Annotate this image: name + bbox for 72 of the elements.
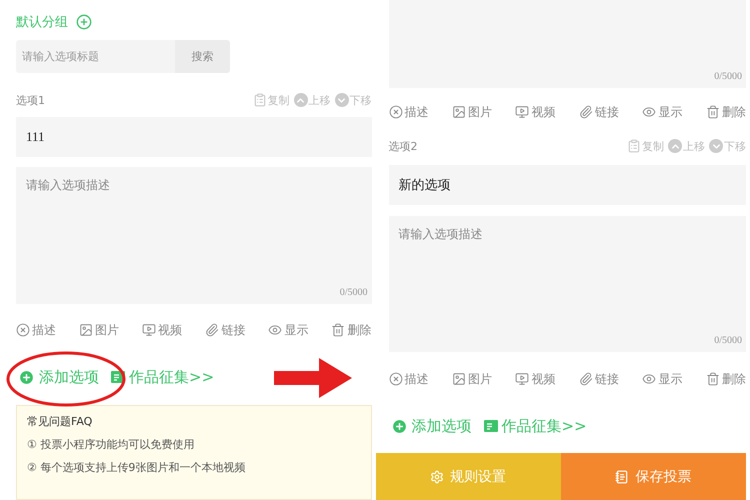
- collect-works-link[interactable]: 作品征集>>: [109, 368, 214, 386]
- circle-x-icon: [388, 105, 403, 119]
- down-action-button[interactable]: 下移: [334, 92, 372, 108]
- trash-icon: [706, 372, 720, 386]
- trash-icon: [331, 323, 346, 337]
- plus-icon: [390, 418, 408, 434]
- circle-x-icon: [388, 372, 403, 386]
- delete-tool-button[interactable]: 删除: [706, 370, 746, 388]
- option-label: 选项1: [16, 92, 45, 108]
- link-tool-button[interactable]: 链接: [578, 370, 619, 388]
- image-tool-button[interactable]: 图片: [452, 104, 492, 120]
- paperclip-icon: [205, 323, 220, 337]
- chevron-down-icon: [709, 139, 723, 153]
- character-counter: 0/5000: [340, 287, 368, 298]
- faq-item: ① 投票小程序功能均可以免费使用: [27, 437, 196, 452]
- link-tool-button[interactable]: 链接: [205, 322, 246, 338]
- video-icon: [142, 323, 156, 337]
- faq-title: 常见问题FAQ: [27, 414, 94, 429]
- video-tool-button[interactable]: 视频: [515, 370, 556, 388]
- video-icon: [515, 105, 530, 119]
- show-tool-button[interactable]: 显示: [642, 104, 682, 120]
- describe-tool-button[interactable]: 描述: [388, 370, 429, 388]
- up-action-button[interactable]: 上移: [294, 92, 331, 108]
- down-action-button[interactable]: 下移: [709, 138, 746, 154]
- eye-icon: [642, 372, 656, 386]
- eye-icon: [268, 323, 282, 337]
- image-tool-button[interactable]: 图片: [452, 370, 492, 388]
- add-group-icon[interactable]: [76, 14, 92, 30]
- describe-tool-button[interactable]: 描述: [16, 322, 56, 338]
- show-tool-button[interactable]: 显示: [642, 370, 682, 388]
- describe-tool-button[interactable]: 描述: [388, 104, 429, 120]
- faq-item: ② 每个选项支持上传9张图片和一个本地视频: [27, 460, 246, 475]
- chevron-down-icon: [334, 93, 349, 107]
- image-icon: [452, 105, 466, 119]
- delete-tool-button[interactable]: 删除: [331, 322, 372, 338]
- character-counter: 0/5000: [714, 71, 742, 82]
- option-title-field[interactable]: 新的选项: [388, 165, 746, 205]
- link-tool-button[interactable]: 链接: [578, 104, 619, 120]
- search-button[interactable]: 搜索: [175, 40, 230, 73]
- plus-icon: [18, 368, 35, 386]
- trash-icon: [706, 105, 720, 119]
- video-tool-button[interactable]: 视频: [142, 322, 182, 338]
- eye-icon: [642, 105, 656, 119]
- save-button[interactable]: 保存投票: [560, 453, 746, 500]
- video-tool-button[interactable]: 视频: [515, 104, 556, 120]
- search-field[interactable]: 请输入选项标题: [16, 40, 175, 73]
- delete-tool-button[interactable]: 删除: [706, 104, 746, 120]
- chevron-up-icon: [294, 93, 308, 107]
- document-icon: [484, 420, 498, 432]
- paperclip-icon: [578, 105, 593, 119]
- up-action-button[interactable]: 上移: [668, 138, 705, 154]
- character-counter: 0/5000: [714, 335, 742, 346]
- copy-action-button[interactable]: 复制: [627, 138, 664, 154]
- image-tool-button[interactable]: 图片: [79, 322, 120, 338]
- copy-action-button[interactable]: 复制: [252, 92, 290, 108]
- circle-x-icon: [16, 323, 30, 337]
- clipboard-icon: [627, 139, 641, 153]
- paperclip-icon: [578, 372, 593, 386]
- notebook-icon: [615, 470, 630, 484]
- show-tool-button[interactable]: 显示: [268, 322, 308, 338]
- group-title: 默认分组: [16, 14, 68, 31]
- add-option-link[interactable]: 添加选项: [388, 416, 472, 436]
- gear-icon: [430, 470, 444, 484]
- clipboard-icon: [252, 93, 267, 107]
- video-icon: [515, 372, 530, 386]
- image-icon: [452, 372, 466, 386]
- collect-works-link[interactable]: 作品征集>>: [482, 416, 587, 436]
- option-title-field[interactable]: 111: [16, 117, 372, 157]
- image-icon: [79, 323, 94, 337]
- option-label: 选项2: [388, 138, 418, 154]
- rules-button[interactable]: 规则设置: [376, 453, 561, 500]
- chevron-up-icon: [668, 139, 682, 153]
